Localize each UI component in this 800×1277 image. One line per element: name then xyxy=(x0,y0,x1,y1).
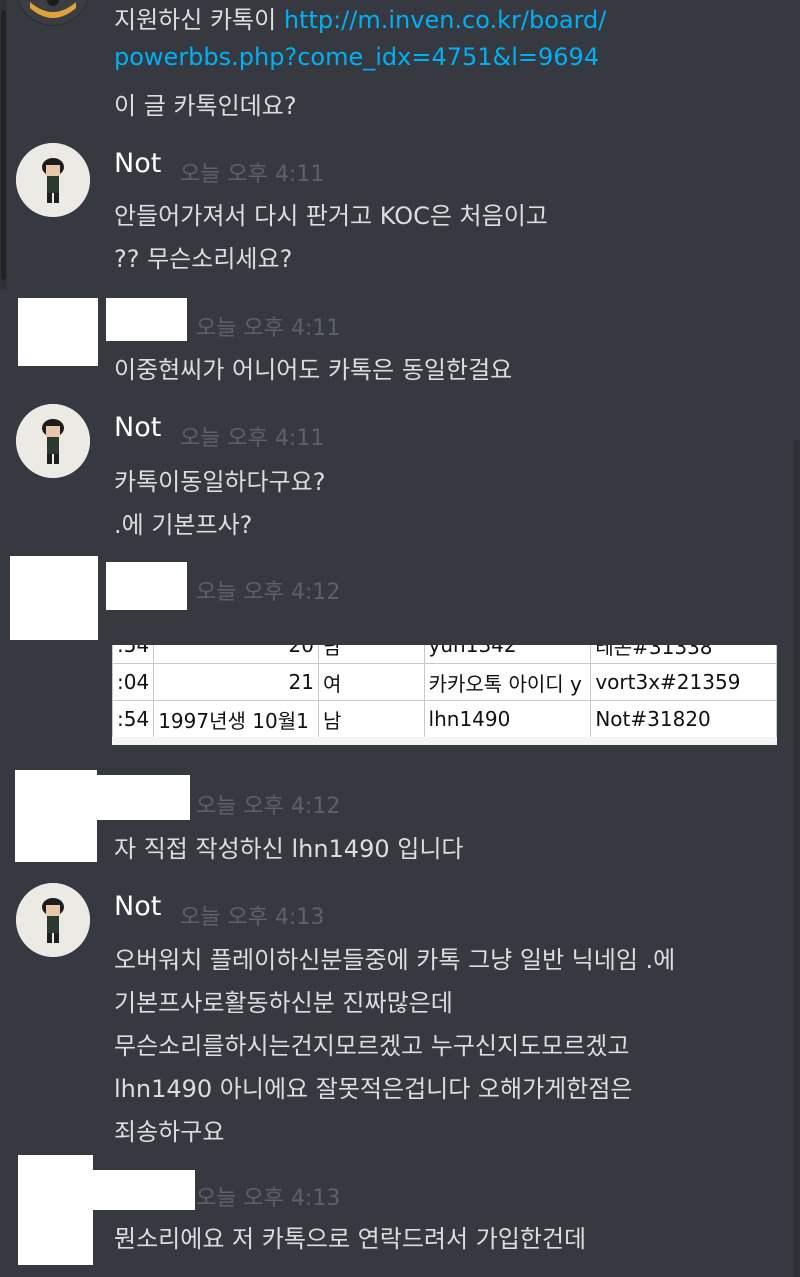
timestamp: 오늘 오후 4:13 xyxy=(180,905,325,930)
table-cell: 여 xyxy=(317,663,425,701)
message-line: .에 기본프사? xyxy=(114,511,253,539)
message-line: 이중현씨가 어니어도 카톡은 동일한걸요 xyxy=(114,356,513,384)
sheet-footer xyxy=(112,737,777,745)
redacted-avatar xyxy=(18,1155,93,1265)
table-cell: :54 xyxy=(112,645,155,664)
avatar[interactable] xyxy=(16,143,90,217)
table-cell: :04 xyxy=(112,663,155,701)
message-link[interactable]: http://m.inven.co.kr/board/ xyxy=(284,6,607,34)
character-avatar-icon xyxy=(16,883,90,957)
message-line: 안들어가져서 다시 판거고 KOC은 처음이고 xyxy=(114,202,548,230)
avatar[interactable] xyxy=(16,0,90,26)
table-cell: 20 xyxy=(153,645,319,664)
message-line: 뭔소리에요 저 카톡으로 연락드려서 가입한건데 xyxy=(114,1225,587,1253)
timestamp: 오늘 오후 4:11 xyxy=(180,426,325,451)
timestamp: 오늘 오후 4:11 xyxy=(196,316,341,341)
redacted-username xyxy=(106,298,187,341)
redacted-username xyxy=(93,1170,195,1210)
table-cell: 1997년생 10월1 xyxy=(153,700,319,738)
message-line: lhn1490 아니에요 잘못적은겁니다 오해가게한점은 xyxy=(114,1075,633,1103)
timestamp: 오늘 오후 4:11 xyxy=(180,162,325,187)
table-cell: yun1342 xyxy=(423,645,592,664)
redacted-username xyxy=(106,562,187,610)
left-scrollbar[interactable] xyxy=(0,0,7,290)
table-cell: lhn1490 xyxy=(423,700,592,738)
username[interactable]: Not xyxy=(114,412,161,443)
message-line: 오버워치 플레이하신분들중에 카톡 그냥 일반 닉네임 .에 xyxy=(114,946,676,974)
table-cell: 레몬#31338 xyxy=(590,645,777,664)
table-row: :54 1997년생 10월1 남 lhn1490 Not#31820 xyxy=(112,700,777,738)
message-line: 카톡이동일하다구요? xyxy=(114,468,326,496)
table-row: :04 21 여 카카오톡 아이디 y vort3x#21359 xyxy=(112,663,777,701)
timestamp: 오늘 오후 4:12 xyxy=(196,580,341,605)
spreadsheet-image[interactable]: :54 20 남 yun1342 레몬#31338 :04 21 여 카카오톡 … xyxy=(112,645,777,745)
table-cell: 남 xyxy=(317,645,425,664)
timestamp: 오늘 오후 4:13 xyxy=(196,1186,341,1211)
redacted-avatar xyxy=(18,298,98,366)
message-link[interactable]: powerbbs.php?come_idx=4751&l=9694 xyxy=(114,43,599,71)
redacted-avatar xyxy=(15,770,97,862)
table-cell: 남 xyxy=(317,700,425,738)
spreadsheet-table: :54 20 남 yun1342 레몬#31338 :04 21 여 카카오톡 … xyxy=(112,645,777,738)
table-cell: vort3x#21359 xyxy=(590,663,777,701)
redacted-username xyxy=(97,775,190,820)
message-line: 기본프사로활동하신분 진짜많은데 xyxy=(114,989,453,1017)
character-avatar-icon xyxy=(16,404,90,478)
username[interactable]: Not xyxy=(114,891,161,922)
left-scrollbar-thumb[interactable] xyxy=(1,10,6,280)
table-cell: 카카오톡 아이디 y xyxy=(423,663,592,701)
table-cell: Not#31820 xyxy=(590,700,777,738)
timestamp: 오늘 오후 4:12 xyxy=(196,794,341,819)
message-line: 자 직접 작성하신 lhn1490 입니다 xyxy=(114,835,464,863)
message-line: 무슨소리를하시는건지모르겠고 누구신지도모르겠고 xyxy=(114,1032,630,1060)
table-cell: :54 xyxy=(112,700,155,738)
message-line: 지원하신 카톡이 http://m.inven.co.kr/board/ xyxy=(114,6,607,34)
right-scrollbar[interactable] xyxy=(793,440,800,1277)
character-avatar-icon xyxy=(16,143,90,217)
message-line: 죄송하구요 xyxy=(114,1118,225,1146)
redacted-avatar xyxy=(10,556,98,640)
message-line: 이 글 카톡인데요? xyxy=(114,92,297,120)
message-line: ?? 무슨소리세요? xyxy=(114,245,293,273)
avatar[interactable] xyxy=(16,404,90,478)
user-avatar-icon xyxy=(18,0,88,25)
table-cell: 21 xyxy=(153,663,319,701)
avatar[interactable] xyxy=(16,883,90,957)
table-row: :54 20 남 yun1342 레몬#31338 xyxy=(112,645,777,664)
username[interactable]: Not xyxy=(114,148,161,179)
